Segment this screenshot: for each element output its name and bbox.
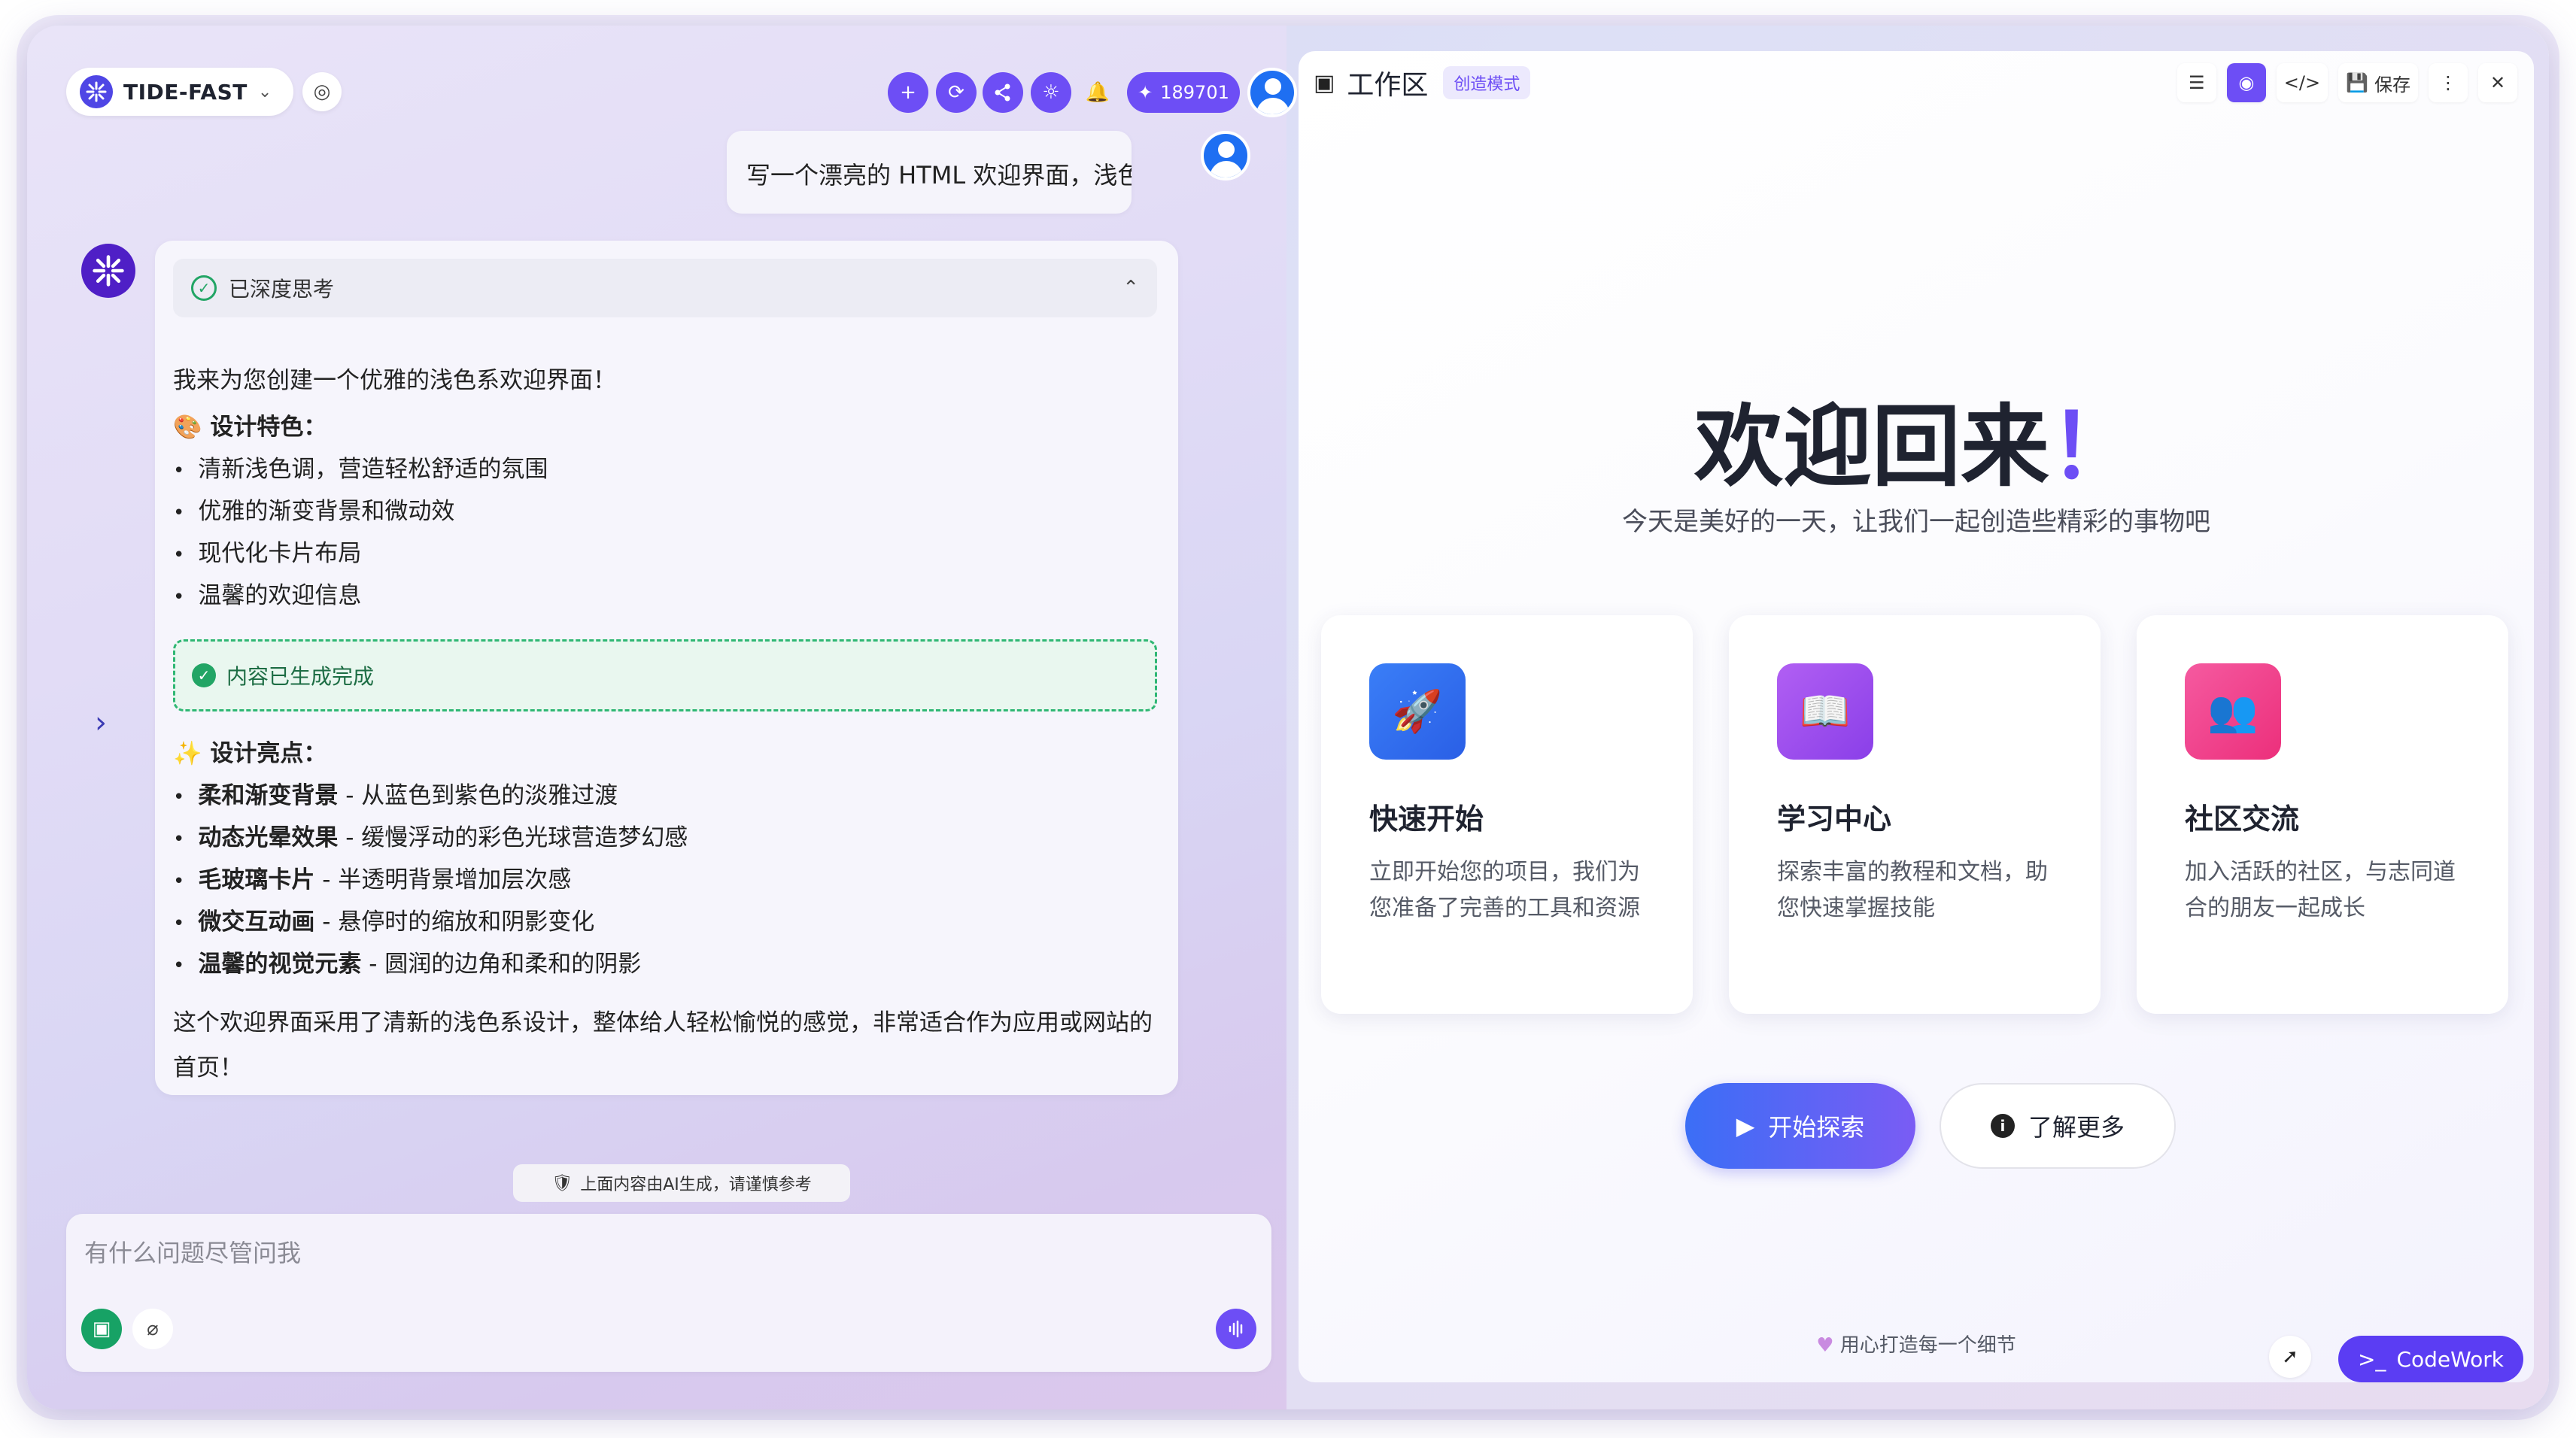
paperclip-icon[interactable]: ⌀ xyxy=(132,1309,173,1349)
footer-text: 用心打造每一个细节 xyxy=(1839,1334,2016,1357)
generation-complete-notice: ✓ 内容已生成完成 xyxy=(173,639,1157,711)
card-community[interactable]: 👥 社区交流 加入活跃的社区，与志同道合的朋友一起成长 xyxy=(2137,615,2508,1014)
chat-pane: TIDE-FAST ⌄ ◎ + ⟳ ☼ 🔔 ✦ 189701 写一个漂亮的 HT… xyxy=(27,26,1297,1409)
sun-icon[interactable]: ☼ xyxy=(1031,72,1071,113)
workspace-title: 工作区 xyxy=(1347,70,1429,101)
refresh-icon[interactable]: ⟳ xyxy=(936,72,977,113)
chat-input[interactable] xyxy=(84,1230,1213,1276)
share-icon[interactable] xyxy=(983,72,1023,113)
sparkle-icon: ✦ xyxy=(1138,82,1153,103)
users-icon: 👥 xyxy=(2185,663,2281,760)
play-icon: ▶ xyxy=(1736,1112,1755,1140)
ai-disclaimer: 🛡 上面内容由AI生成，请谨慎参考 xyxy=(513,1164,850,1202)
card-desc: 加入活跃的社区，与志同道合的朋友一起成长 xyxy=(2185,859,2456,921)
user-message: 写一个漂亮的 HTML 欢迎界面，浅色, xyxy=(727,131,1132,214)
start-explore-label: 开始探索 xyxy=(1768,1113,1865,1142)
list-item: • 温馨的欢迎信息 xyxy=(173,582,362,609)
more-icon[interactable]: ⋮ xyxy=(2429,63,2468,102)
credits-count: 189701 xyxy=(1160,82,1229,103)
hero-subtitle: 今天是美好的一天，让我们一起创造些精彩的事物吧 xyxy=(1622,507,2210,537)
chevron-right-icon[interactable]: › xyxy=(95,705,107,740)
start-explore-button[interactable]: ▶ 开始探索 xyxy=(1685,1083,1915,1169)
thinking-label: 已深度思考 xyxy=(229,277,335,302)
card-title: 社区交流 xyxy=(2185,802,2300,836)
bell-icon[interactable]: 🔔 xyxy=(1077,72,1118,113)
disclaimer-text: 上面内容由AI生成，请谨慎参考 xyxy=(580,1176,812,1194)
chat-input-box: ▣ ⌀ xyxy=(66,1214,1271,1372)
voice-icon[interactable] xyxy=(1216,1309,1256,1349)
save-icon: 💾 xyxy=(2346,72,2368,93)
plus-icon[interactable]: + xyxy=(888,72,928,113)
target-icon[interactable]: ◎ xyxy=(302,72,342,111)
cursor-icon[interactable]: ➚ xyxy=(2269,1336,2311,1378)
chevron-up-icon[interactable]: ⌃ xyxy=(1122,277,1139,299)
brand-logo-icon xyxy=(80,75,113,108)
workspace-pane: ▣ 工作区 创造模式 ☰ ◉ </> 💾 保存 ⋮ ✕ 欢迎回来！ 今天是美好的… xyxy=(1299,51,2534,1382)
mode-badge[interactable]: 创造模式 xyxy=(1443,66,1531,99)
learn-more-label: 了解更多 xyxy=(2028,1113,2125,1142)
save-button[interactable]: 💾 保存 xyxy=(2338,63,2418,102)
list-item: • 清新浅色调，营造轻松舒适的氛围 xyxy=(173,456,548,483)
learn-more-button[interactable]: i 了解更多 xyxy=(1940,1083,2176,1169)
user-avatar[interactable] xyxy=(1247,68,1297,117)
summary-text: 这个欢迎界面采用了清新的浅色系设计，整体给人轻松愉悦的感觉，非常适合作为应用或网… xyxy=(173,1009,1153,1082)
list-item: • 优雅的渐变背景和微动效 xyxy=(173,498,455,525)
terminal-icon[interactable]: ▣ xyxy=(81,1309,122,1349)
thinking-toggle[interactable]: ✓ 已深度思考 ⌃ xyxy=(173,259,1157,317)
brand-name: TIDE-FAST xyxy=(123,79,248,105)
list-item: • 温馨的视觉元素 - 圆润的边角和柔和的阴影 xyxy=(173,951,642,978)
list-item: • 微交互动画 - 悬停时的缩放和阴影变化 xyxy=(173,909,595,936)
info-icon: i xyxy=(1990,1114,2015,1138)
done-label: 内容已生成完成 xyxy=(226,664,375,689)
credits-badge[interactable]: ✦ 189701 xyxy=(1127,72,1240,113)
workspace-toolbar: ☰ ◉ </> 💾 保存 ⋮ ✕ xyxy=(2177,63,2517,102)
codework-button[interactable]: >_ CodeWork xyxy=(2338,1336,2523,1382)
card-learning-center[interactable]: 📖 学习中心 探索丰富的教程和文档，助您快速掌握技能 xyxy=(1729,615,2101,1014)
card-title: 快速开始 xyxy=(1369,802,1484,836)
workspace-header: ▣ 工作区 创造模式 ☰ ◉ </> 💾 保存 ⋮ ✕ xyxy=(1299,51,2534,114)
hero-title: 欢迎回来！ xyxy=(1694,395,2139,499)
card-desc: 探索丰富的教程和文档，助您快速掌握技能 xyxy=(1777,859,2048,921)
card-title: 学习中心 xyxy=(1777,802,1892,836)
shield-icon: 🛡 xyxy=(551,1173,573,1193)
intro-text: 我来为您创建一个优雅的浅色系欢迎界面！ xyxy=(173,367,616,394)
list-item: • 柔和渐变背景 - 从蓝色到紫色的淡雅过渡 xyxy=(173,782,618,809)
eye-icon[interactable]: ◉ xyxy=(2226,63,2266,102)
rocket-icon: 🚀 xyxy=(1369,663,1466,760)
terminal-window-icon: ▣ xyxy=(1314,69,1335,96)
list-item: • 动态光晕效果 - 缓慢浮动的彩色光球营造梦幻感 xyxy=(173,824,688,851)
heart-icon: ♥ xyxy=(1816,1334,1834,1357)
highlights-heading: ✨ 设计亮点： xyxy=(173,740,327,767)
save-label: 保存 xyxy=(2374,74,2410,96)
close-icon[interactable]: ✕ xyxy=(2478,63,2517,102)
check-circle-icon: ✓ xyxy=(191,275,217,301)
assistant-avatar-icon xyxy=(81,244,135,298)
card-desc: 立即开始您的项目，我们为您准备了完善的工具和资源 xyxy=(1369,859,1640,921)
card-quick-start[interactable]: 🚀 快速开始 立即开始您的项目，我们为您准备了完善的工具和资源 xyxy=(1321,615,1693,1014)
code-icon[interactable]: </> xyxy=(2276,63,2328,102)
codework-label: CodeWork xyxy=(2396,1346,2505,1372)
app-window: TIDE-FAST ⌄ ◎ + ⟳ ☼ 🔔 ✦ 189701 写一个漂亮的 HT… xyxy=(27,26,2549,1409)
book-icon: 📖 xyxy=(1777,663,1873,760)
list-item: • 现代化卡片布局 xyxy=(173,540,362,567)
model-selector[interactable]: TIDE-FAST ⌄ xyxy=(66,68,293,116)
list-icon[interactable]: ☰ xyxy=(2177,63,2216,102)
message-avatar xyxy=(1201,131,1250,181)
prompt-icon: >_ xyxy=(2357,1346,2386,1372)
features-heading: 🎨 设计特色： xyxy=(173,414,327,441)
list-item: • 毛玻璃卡片 - 半透明背景增加层次感 xyxy=(173,866,572,893)
check-circle-icon: ✓ xyxy=(192,663,216,687)
chevron-down-icon: ⌄ xyxy=(257,82,272,102)
assistant-message: ✓ 已深度思考 ⌃ 我来为您创建一个优雅的浅色系欢迎界面！ 🎨 设计特色： • 清… xyxy=(155,241,1178,1095)
